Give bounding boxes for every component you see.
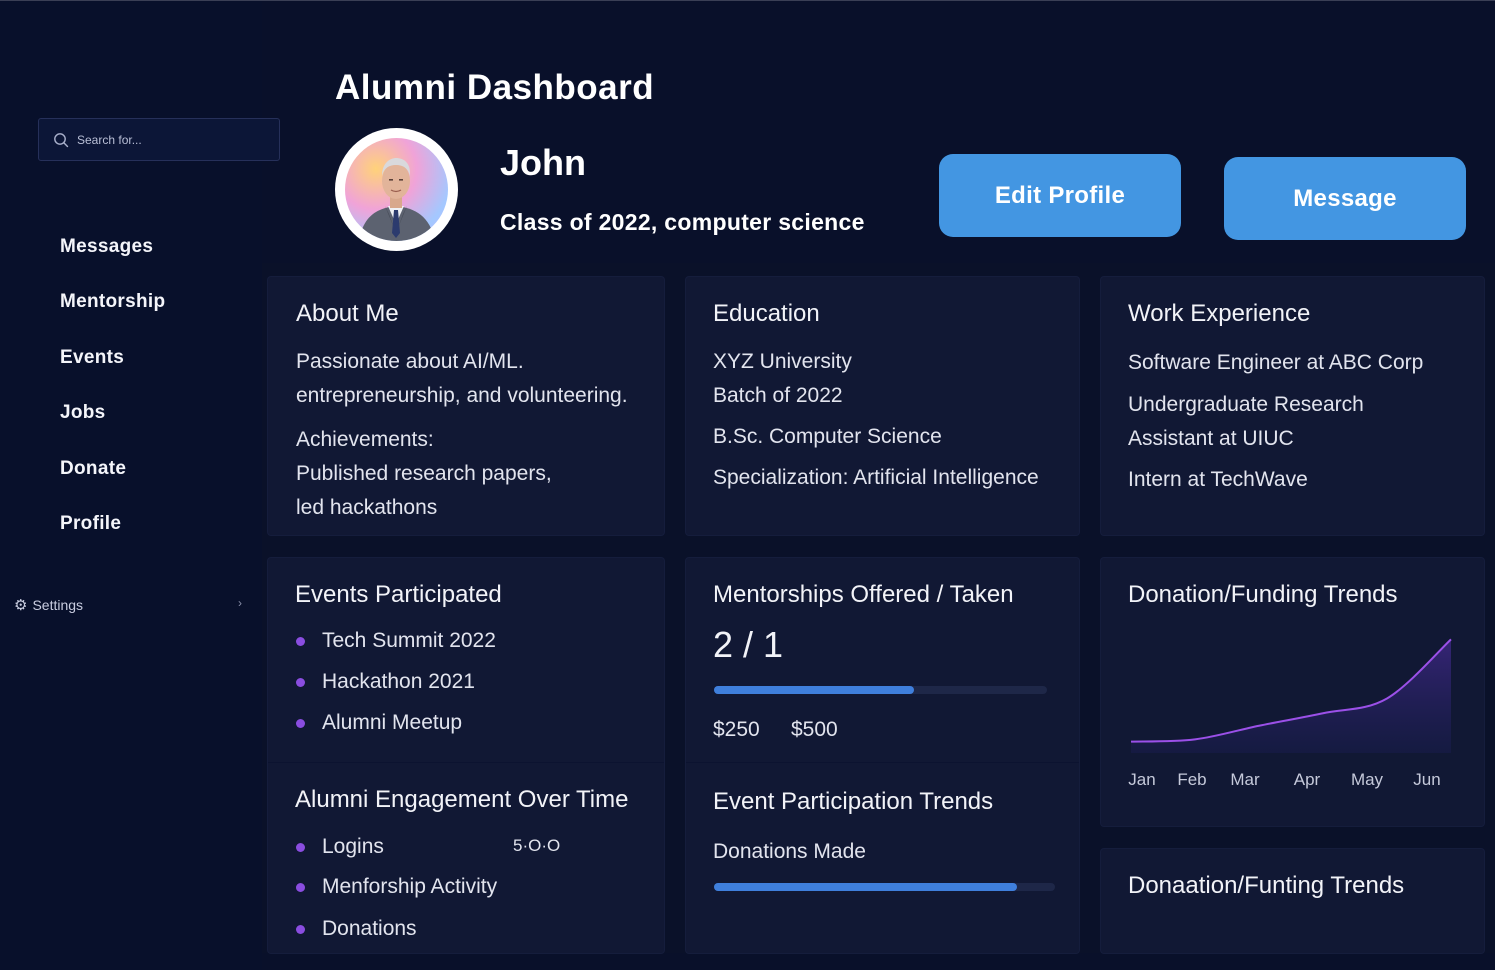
nav-item-events[interactable]: Events xyxy=(60,347,124,369)
work-job-1: Software Engineer at ABC Corp xyxy=(1128,351,1424,374)
x-tick-label: Jun xyxy=(1413,770,1440,789)
list-item: Alumni Meetup xyxy=(296,709,496,737)
work-job-3: Intern at TechWave xyxy=(1128,468,1308,491)
bullet-dot xyxy=(296,842,305,852)
work-job-2-line-2: Assistant at UIUC xyxy=(1128,427,1294,450)
mentorships-ratio: 2 / 1 xyxy=(713,624,784,665)
event-trends-progress-bar xyxy=(714,883,1055,891)
settings-link[interactable]: ⚙ Settings › xyxy=(14,595,246,615)
about-line-2: entrepreneurship, and volunteering. xyxy=(296,384,628,407)
achievements-line-1: Published research papers, xyxy=(296,462,552,485)
about-line-1: Passionate about AI/ML. xyxy=(296,350,524,373)
education-batch: Batch of 2022 xyxy=(713,384,843,407)
list-item: Tech Summit 2022 xyxy=(296,627,496,655)
events-title: Events Participated xyxy=(295,581,502,608)
bullet-dot xyxy=(296,718,305,728)
achievements-label: Achievements: xyxy=(296,428,434,451)
chevron-right-icon: › xyxy=(238,596,242,610)
list-item: Menforship Activity xyxy=(296,873,497,901)
event-trends-subtitle: Donations Made xyxy=(713,840,866,863)
list-item: Hackathon 2021 xyxy=(296,668,496,696)
donation-trends-2-title: Donaation/Funting Trends xyxy=(1128,872,1405,899)
donation-trends-card: Donation/Funding Trends Jan Feb Mar Apr May J… xyxy=(1101,558,1484,826)
bullet-dot xyxy=(296,677,305,687)
donation-trends-card-2: Donaation/Funting Trends xyxy=(1101,849,1484,953)
about-title: About Me xyxy=(296,300,399,327)
x-tick-label: Mar xyxy=(1230,770,1260,789)
search-input[interactable] xyxy=(77,132,267,147)
nav-item-profile[interactable]: Profile xyxy=(60,513,121,535)
x-tick-label: Jan xyxy=(1128,770,1155,789)
user-class: Class of 2022, computer science xyxy=(500,209,865,235)
mentorships-card: Mentorships Offered / Taken 2 / 1 $250 $… xyxy=(686,558,1079,953)
list-item: Donations xyxy=(296,915,497,943)
logins-value: 5·O·O xyxy=(513,836,561,855)
settings-label: Settings xyxy=(32,597,84,613)
user-name: John xyxy=(500,142,586,183)
bullet-dot xyxy=(296,924,305,934)
search-icon xyxy=(54,132,69,147)
nav-item-donate[interactable]: Donate xyxy=(60,458,126,480)
work-card: Work Experience Software Engineer at ABC… xyxy=(1101,277,1484,535)
education-card: Education XYZ University Batch of 2022 B… xyxy=(686,277,1079,535)
nav-item-mentorship[interactable]: Mentorship xyxy=(60,291,165,313)
mentorships-progress-bar xyxy=(714,686,1047,694)
card-divider xyxy=(686,762,1079,763)
engagement-list: Logins Menforship Activity Donations xyxy=(296,833,497,943)
card-divider xyxy=(268,762,664,763)
events-list: Tech Summit 2022 Hackathon 2021 Alumni M… xyxy=(296,627,496,737)
event-trends-progress-fill xyxy=(714,883,1018,891)
bullet-dot xyxy=(296,636,305,646)
list-item: Logins xyxy=(296,833,497,861)
mentorships-progress-fill xyxy=(714,686,914,694)
work-job-2-line-1: Undergraduate Research xyxy=(1128,393,1364,416)
x-tick-label: Apr xyxy=(1294,770,1321,789)
gear-icon: ⚙ xyxy=(14,597,28,614)
bullet-dot xyxy=(296,882,305,892)
amount-1: $250 xyxy=(713,718,760,741)
page-title: Alumni Dashboard xyxy=(335,68,655,107)
work-title: Work Experience xyxy=(1128,300,1311,327)
message-button[interactable]: Message xyxy=(1224,157,1466,240)
event-trends-title: Event Participation Trends xyxy=(713,788,994,815)
nav-item-jobs[interactable]: Jobs xyxy=(60,402,106,424)
sidebar: Messages Mentorship Events Jobs Donate P… xyxy=(0,1,280,970)
x-tick-label: May xyxy=(1351,770,1384,789)
donation-trends-chart: Jan Feb Mar Apr May Jun xyxy=(1128,638,1452,789)
engagement-title: Alumni Engagement Over Time xyxy=(295,786,629,813)
about-card: About Me Passionate about AI/ML. entrepr… xyxy=(268,277,664,535)
education-title: Education xyxy=(713,300,820,327)
education-specialization: Specialization: Artificial Intelligence xyxy=(713,466,1039,489)
search-box[interactable] xyxy=(38,118,280,161)
amount-2: $500 xyxy=(791,718,838,741)
profile-photo xyxy=(345,138,448,241)
education-university: XYZ University xyxy=(713,350,852,373)
avatar[interactable] xyxy=(335,128,458,251)
x-tick-label: Feb xyxy=(1177,770,1206,789)
achievements-line-2: led hackathons xyxy=(296,496,438,519)
events-card: Events Participated Tech Summit 2022 Hac… xyxy=(268,558,664,953)
chart-area xyxy=(1131,639,1451,753)
nav-item-messages[interactable]: Messages xyxy=(60,236,153,258)
mentorships-title: Mentorships Offered / Taken xyxy=(713,581,1014,608)
edit-profile-button[interactable]: Edit Profile xyxy=(939,154,1181,237)
education-degree: B.Sc. Computer Science xyxy=(713,425,942,448)
